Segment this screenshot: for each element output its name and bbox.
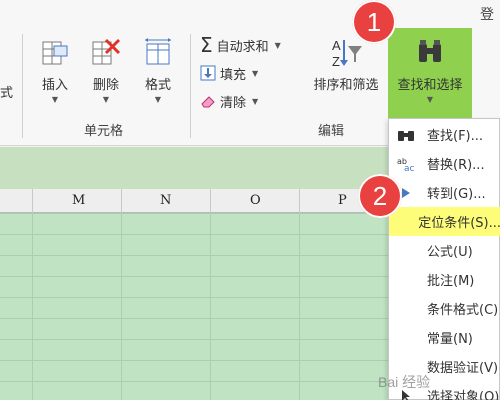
sort-filter-button[interactable]: A Z 排序和筛选 — [306, 36, 386, 93]
column-separator — [299, 189, 300, 213]
column-header-m[interactable]: M — [72, 193, 85, 208]
eraser-icon — [201, 96, 215, 108]
find-select-button[interactable]: 查找和选择 ▼ — [388, 28, 472, 120]
menu-item-replace[interactable]: ab ac 替换(R)... — [389, 149, 500, 178]
menu-item-label: 转到(G)... — [427, 187, 486, 202]
delete-cells-icon — [92, 38, 121, 65]
watermark: Bai 经验 — [378, 374, 431, 390]
menu-item-label: 数据验证(V) — [427, 361, 499, 376]
insert-cells-icon — [42, 41, 68, 65]
login-link[interactable]: 登 — [480, 4, 494, 24]
column-header-p[interactable]: P — [338, 193, 347, 208]
column-header-n[interactable]: N — [160, 193, 171, 208]
caret-down-icon: ▼ — [252, 96, 259, 106]
caret-down-icon: ▼ — [154, 95, 162, 104]
sigma-icon: Σ — [200, 33, 213, 57]
menu-item-label: 条件格式(C) — [427, 303, 499, 318]
clear-label: 清除 — [220, 95, 247, 111]
menu-item-formulas[interactable]: 公式(U) — [389, 236, 500, 265]
ribbon-separator — [22, 34, 23, 138]
caret-down-icon: ▼ — [252, 68, 259, 78]
step-marker-1: 1 — [352, 0, 396, 44]
delete-button[interactable]: 删除 ▼ — [86, 36, 126, 104]
insert-button[interactable]: 插入 ▼ — [36, 36, 74, 104]
replace-icon: abac — [397, 157, 415, 172]
fill-label: 填充 — [220, 67, 247, 83]
menu-item-goto[interactable]: 转到(G)... — [389, 178, 500, 207]
menu-item-label: 批注(M) — [427, 274, 475, 289]
svg-text:A: A — [332, 38, 341, 53]
cells-group-label: 单元格 — [84, 124, 124, 139]
sort-filter-icon: A Z — [332, 38, 362, 69]
delete-label: 删除 — [92, 78, 119, 93]
clear-button[interactable]: 清除 ▼ — [200, 90, 258, 112]
caret-down-icon: ▼ — [274, 40, 281, 50]
fill-button[interactable]: 填充 ▼ — [200, 62, 258, 84]
svg-text:ac: ac — [404, 164, 415, 172]
menu-item-label: 选择对象(O) — [427, 390, 500, 400]
menu-item-label: 常量(N) — [427, 332, 473, 347]
find-select-label: 查找和选择 — [397, 78, 463, 93]
caret-down-icon: ▼ — [51, 95, 59, 104]
menu-item-label: 定位条件(S)... — [418, 216, 500, 231]
column-header-o[interactable]: O — [250, 193, 261, 208]
format-cells-icon — [145, 38, 171, 65]
menu-item-find[interactable]: 查找(F)... — [389, 120, 500, 149]
svg-text:Z: Z — [332, 54, 340, 69]
edit-group-label: 编辑 — [318, 124, 345, 139]
autosum-button[interactable]: Σ 自动求和 ▼ — [200, 33, 281, 57]
menu-item-goto-special[interactable]: 定位条件(S)... — [389, 207, 500, 236]
column-separator — [32, 189, 33, 213]
find-select-menu: 查找(F)... ab ac 替换(R)... 转到(G)... 定位条件(S).… — [388, 118, 500, 400]
binoculars-icon — [398, 130, 414, 141]
format-button[interactable]: 格式 ▼ — [138, 36, 178, 104]
binoculars-icon — [419, 40, 441, 62]
menu-item-conditional-formatting[interactable]: 条件格式(C) — [389, 294, 500, 323]
step-marker-2: 2 — [358, 174, 402, 218]
menu-item-label: 公式(U) — [427, 245, 473, 260]
format-label: 格式 — [144, 78, 171, 93]
ribbon-separator — [190, 34, 191, 138]
column-separator — [210, 189, 211, 213]
menu-item-label: 查找(F)... — [427, 129, 484, 144]
menu-item-label: 替换(R)... — [427, 158, 485, 173]
partial-format-label: 式 — [0, 86, 14, 101]
autosum-label: 自动求和 — [216, 39, 269, 55]
fill-down-icon — [200, 65, 216, 81]
title-bar: 登 — [0, 0, 500, 28]
menu-item-constants[interactable]: 常量(N) — [389, 323, 500, 352]
column-separator — [121, 189, 122, 213]
caret-down-icon: ▼ — [426, 95, 434, 104]
caret-down-icon: ▼ — [102, 95, 110, 104]
menu-item-comments[interactable]: 批注(M) — [389, 265, 500, 294]
sort-filter-label: 排序和筛选 — [313, 78, 379, 93]
insert-label: 插入 — [41, 78, 68, 93]
